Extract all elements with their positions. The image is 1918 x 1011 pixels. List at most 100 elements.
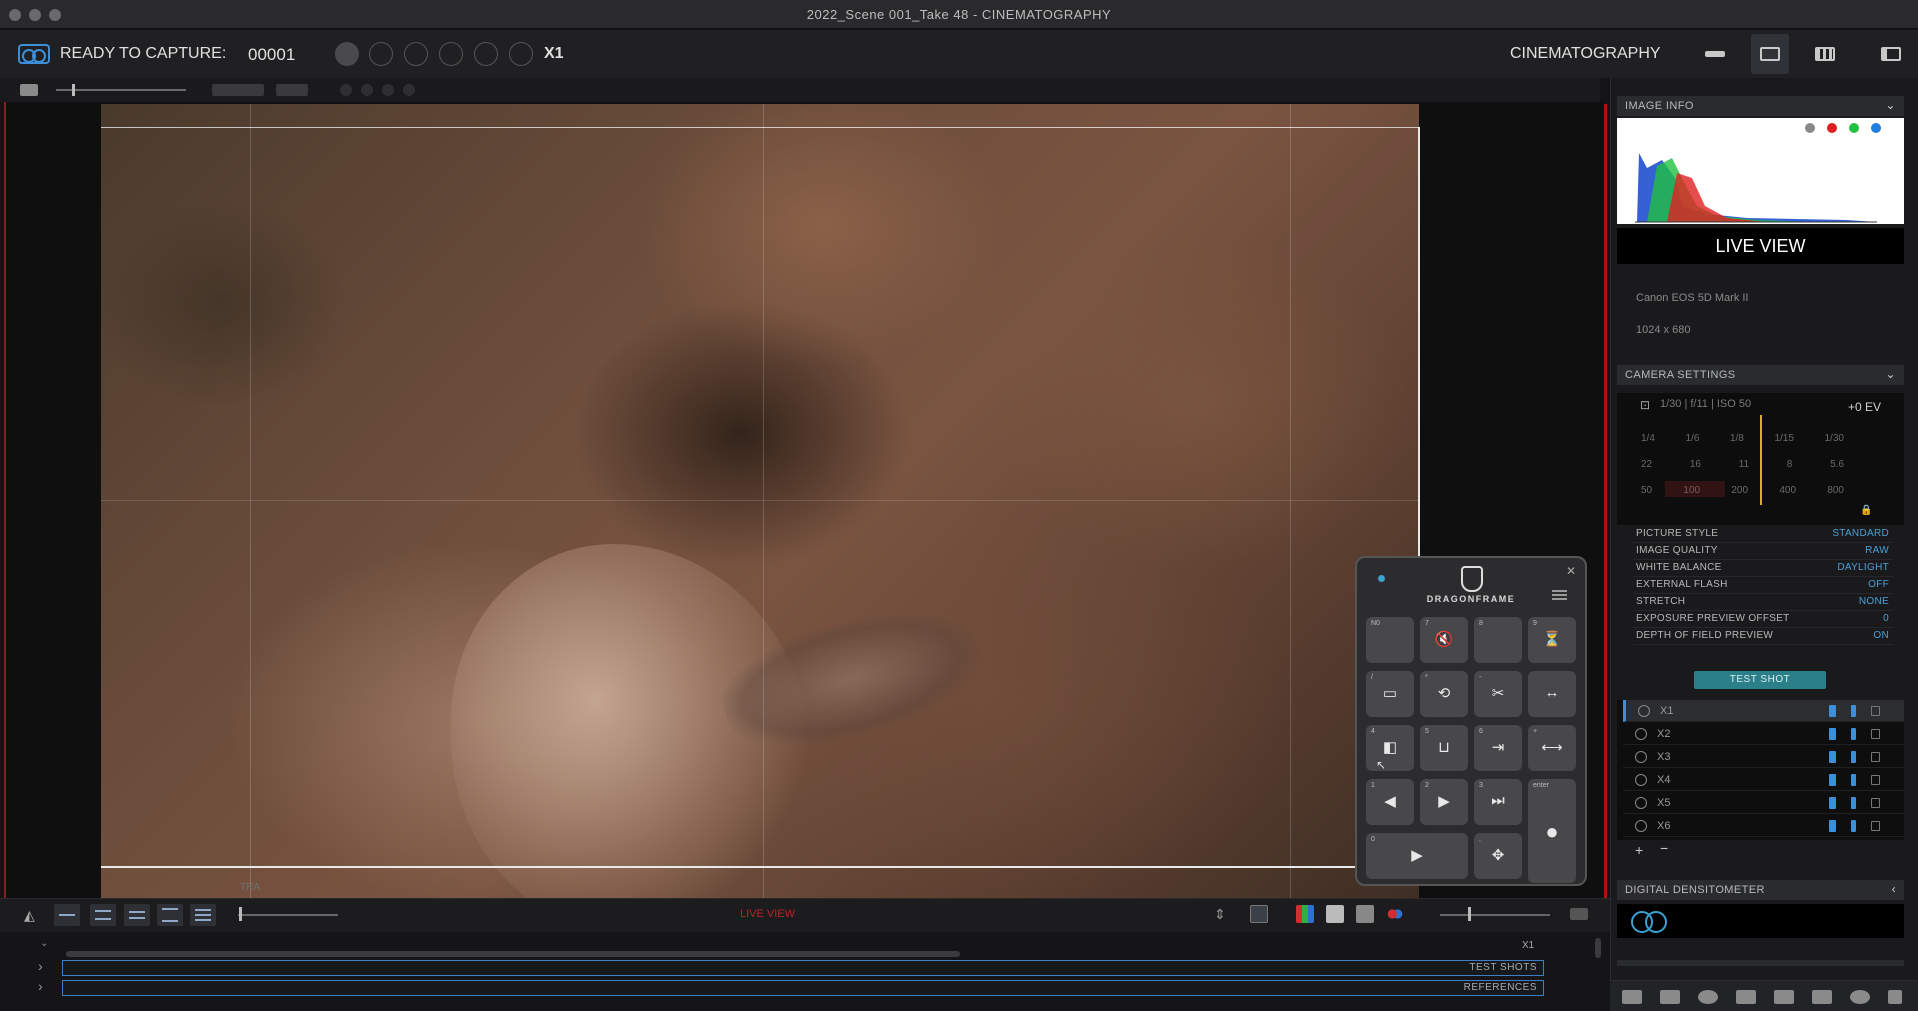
aperture-dial[interactable]: 22 16 11 8 5.6 [1641,459,1844,470]
focus-icon[interactable]: ⇕ [1214,906,1226,923]
lock-icon[interactable] [1871,728,1880,739]
histogram-blue-toggle[interactable] [1871,123,1881,133]
exposure-link-icon[interactable] [1851,750,1856,763]
camera-settings-header[interactable]: CAMERA SETTINGS ⌄ [1617,365,1904,385]
workspace-layout-button[interactable] [1872,34,1910,74]
key-play-live[interactable]: 2 ▶ [1420,779,1468,825]
key-onion-skin[interactable]: 4 ◧ [1366,725,1414,771]
workspace-animation-button[interactable] [1696,34,1734,74]
key-8[interactable]: 8 [1474,617,1522,663]
exposure-type-icon[interactable] [1829,796,1836,809]
key-toggle-cinematography[interactable]: . ✥ [1474,833,1522,879]
timeline-scrollbar[interactable] [66,951,960,957]
setting-value[interactable]: ON [1873,630,1889,644]
playback-slider-knob[interactable] [239,907,242,921]
setting-stretch[interactable]: STRETCH NONE [1633,594,1893,611]
exposure-type-icon[interactable] [1829,773,1836,786]
key-step-forward[interactable]: 3 ⏭ [1474,779,1522,825]
workspace-timeline-button[interactable] [1806,34,1844,74]
expand-references-icon[interactable]: › [38,978,43,994]
key-go-to-live[interactable]: 6 ⇥ [1474,725,1522,771]
exposure-type-icon[interactable] [1829,727,1836,740]
guides-icon[interactable] [157,904,183,926]
grid-icon[interactable] [124,904,150,926]
camera-view-icon[interactable] [1250,905,1268,923]
exposure-row-x1[interactable]: X1 [1623,700,1904,722]
lines-icon[interactable] [190,904,216,926]
setting-value[interactable]: 0 [1883,613,1889,627]
fit-view-icon[interactable] [1570,908,1588,920]
key-step-back[interactable]: 1 ◀ [1366,779,1414,825]
setting-picture-style[interactable]: PICTURE STYLE STANDARD [1633,526,1893,543]
densitometer-icon[interactable] [1631,910,1669,933]
chevron-down-icon[interactable]: ⌄ [1886,367,1896,381]
lighting-icon[interactable] [1736,990,1756,1004]
eye-icon[interactable] [1635,796,1647,809]
histogram-red-toggle[interactable] [1827,123,1837,133]
setting-value[interactable]: OFF [1868,579,1889,593]
eye-icon[interactable] [1635,750,1647,763]
live-view-image[interactable] [101,104,1419,900]
color-icon[interactable] [1850,990,1870,1004]
exposure-link-icon[interactable] [1851,704,1856,717]
collapsed-panel-header[interactable] [1617,960,1904,966]
timeline-vertical-scrollbar[interactable] [1595,938,1601,958]
test-shot-button[interactable]: TEST SHOT [1694,671,1826,689]
camera-connection-icon[interactable] [18,44,50,64]
exposure-link-icon[interactable] [1851,727,1856,740]
exposure-dot-6[interactable] [509,42,533,66]
exposure-dot-4[interactable] [439,42,463,66]
remove-exposure-button[interactable]: − [1660,840,1668,856]
step-back-icon[interactable] [276,84,308,96]
add-exposure-button[interactable]: + [1635,842,1643,858]
lock-icon[interactable] [1871,820,1880,831]
color-compare-icon[interactable] [1386,905,1404,923]
playback-slider[interactable] [238,914,338,916]
track-test-shots[interactable]: TEST SHOTS [62,960,1544,976]
lock-icon[interactable]: 🔒 [1860,505,1872,516]
exposure-type-icon[interactable] [1829,819,1836,832]
exposure-row-x6[interactable]: X6 [1623,815,1904,837]
grey-view-icon[interactable] [1356,905,1374,923]
setting-image-quality[interactable]: IMAGE QUALITY RAW [1633,543,1893,560]
lock-icon[interactable] [1871,774,1880,785]
key-mute[interactable]: 7 🔇 [1420,617,1468,663]
setting-exposure-preview-offset[interactable]: EXPOSURE PREVIEW OFFSET 0 [1633,611,1893,628]
overlay-toggle-icon[interactable] [20,84,38,96]
shutter-dial[interactable]: 1/4 1/6 1/8 1/15 1/30 [1641,433,1844,444]
opacity-slider[interactable] [56,89,186,91]
exposure-dot-5[interactable] [474,42,498,66]
setting-depth-of-field-preview[interactable]: DEPTH OF FIELD PREVIEW ON [1633,628,1893,645]
setting-value[interactable]: STANDARD [1832,528,1889,542]
key-hold[interactable]: 5 ⊔ [1420,725,1468,771]
camera-icon[interactable] [1660,990,1680,1004]
onion-dot-2[interactable] [361,84,373,96]
opacity-slider-knob[interactable] [72,84,75,96]
key-step-range[interactable]: + ⟷ [1528,725,1576,771]
audio-icon[interactable] [1774,990,1794,1004]
mask-icon[interactable] [90,904,116,926]
setting-external-flash[interactable]: EXTERNAL FLASH OFF [1633,577,1893,594]
histogram-green-toggle[interactable] [1849,123,1859,133]
onion-dot-3[interactable] [382,84,394,96]
menu-icon[interactable] [1552,590,1567,600]
flip-icon[interactable]: ◭ [24,907,44,923]
densitometer-tool-icon[interactable] [1698,990,1718,1004]
exposure-link-icon[interactable] [1851,819,1856,832]
expand-test-shots-icon[interactable]: › [38,958,43,974]
exposure-row-x2[interactable]: X2 [1623,723,1904,745]
live-view-button[interactable]: LIVE VIEW [1617,228,1904,264]
rgb-view-icon[interactable] [1296,905,1314,923]
lock-icon[interactable] [1871,705,1880,716]
close-icon[interactable]: ✕ [1566,564,1576,578]
exposure-dot-1[interactable] [335,42,359,66]
eye-icon[interactable] [1635,773,1647,786]
lock-icon[interactable] [1871,797,1880,808]
chevron-left-icon[interactable]: ‹ [1892,882,1896,896]
more-tools-icon[interactable] [1888,990,1902,1004]
densitometer-header[interactable]: DIGITAL DENSITOMETER ‹ [1617,880,1904,900]
motion-control-icon[interactable] [1622,990,1642,1004]
eye-icon[interactable] [1638,704,1650,717]
eye-icon[interactable] [1635,819,1647,832]
setting-value[interactable]: DAYLIGHT [1837,562,1889,576]
